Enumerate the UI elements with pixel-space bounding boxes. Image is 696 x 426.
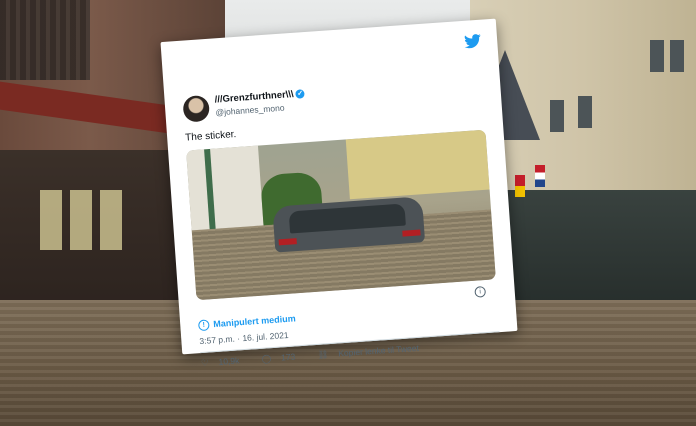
tweet-photo[interactable] (186, 129, 496, 301)
reply-count: 173 (280, 351, 296, 363)
speech-bubble-icon: ◯ (261, 353, 272, 364)
window (670, 40, 684, 72)
tweet-date[interactable]: 16. jul. 2021 (242, 330, 289, 343)
shop-window (70, 190, 92, 250)
info-icon: ! (197, 319, 210, 332)
user-handle[interactable]: @johannes_mono (215, 103, 285, 118)
like-count: 10,9k (218, 355, 240, 367)
window (578, 96, 592, 128)
tweet-time[interactable]: 3:57 p.m. (199, 334, 235, 346)
tweet-timestamp[interactable]: 3:57 p.m. · 16. jul. 2021 (199, 330, 289, 346)
avatar[interactable] (182, 94, 211, 123)
twitter-bird-icon (464, 34, 481, 49)
car-taillight (402, 229, 421, 237)
info-icon[interactable]: i (474, 286, 487, 298)
flag (515, 175, 525, 197)
manipulated-media-notice[interactable]: ! Manipulert medium (197, 313, 296, 332)
verified-badge-icon: ✓ (295, 89, 305, 99)
awning (0, 81, 190, 137)
manipulated-label[interactable]: Manipulert medium (213, 313, 296, 329)
balcony (0, 0, 90, 80)
tweet-card: ///Grenzfurthner\\\ ✓ @johannes_mono The … (160, 18, 518, 368)
like-button[interactable]: ♡ 10,9k (201, 355, 250, 368)
display-name[interactable]: ///Grenzfurthner\\\ ✓ (214, 88, 305, 105)
yellow-building (345, 129, 490, 200)
tweet-text: The sticker. (184, 129, 237, 144)
shop-window (100, 190, 122, 250)
window (550, 100, 564, 132)
car-taillight (278, 238, 297, 246)
flag (535, 165, 545, 187)
window (650, 40, 664, 72)
heart-icon: ♡ (200, 357, 209, 369)
reply-button[interactable]: ◯ 173 (261, 351, 305, 364)
shop-window (40, 190, 62, 250)
link-icon: ⛓ (317, 349, 329, 360)
